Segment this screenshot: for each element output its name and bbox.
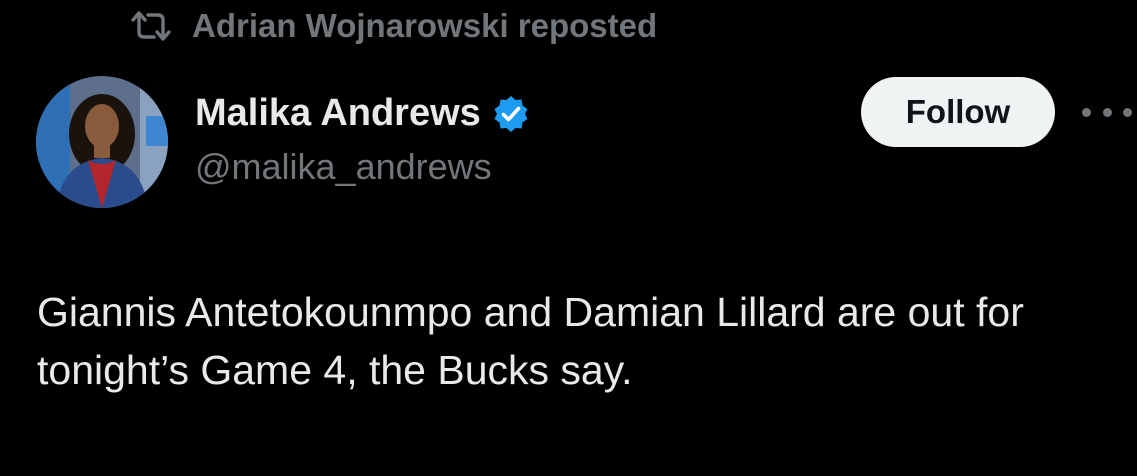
tweet-text: Giannis Antetokounmpo and Damian Lillard… [37, 289, 1024, 393]
avatar-image [36, 76, 168, 208]
more-options-icon[interactable] [1082, 100, 1132, 124]
repost-indicator[interactable]: Adrian Wojnarowski reposted [128, 4, 657, 48]
more-dot [1123, 107, 1132, 117]
verified-badge-icon [491, 94, 531, 134]
avatar[interactable] [36, 76, 168, 208]
follow-button[interactable]: Follow [861, 77, 1055, 147]
author-name: Malika Andrews [195, 92, 481, 134]
repost-icon [128, 8, 174, 44]
author-name-row[interactable]: Malika Andrews [195, 92, 531, 135]
repost-label: Adrian Wojnarowski reposted [192, 7, 658, 44]
more-dot [1082, 107, 1091, 117]
more-dot [1102, 107, 1112, 117]
author-handle[interactable]: @malika_andrews [195, 146, 492, 188]
